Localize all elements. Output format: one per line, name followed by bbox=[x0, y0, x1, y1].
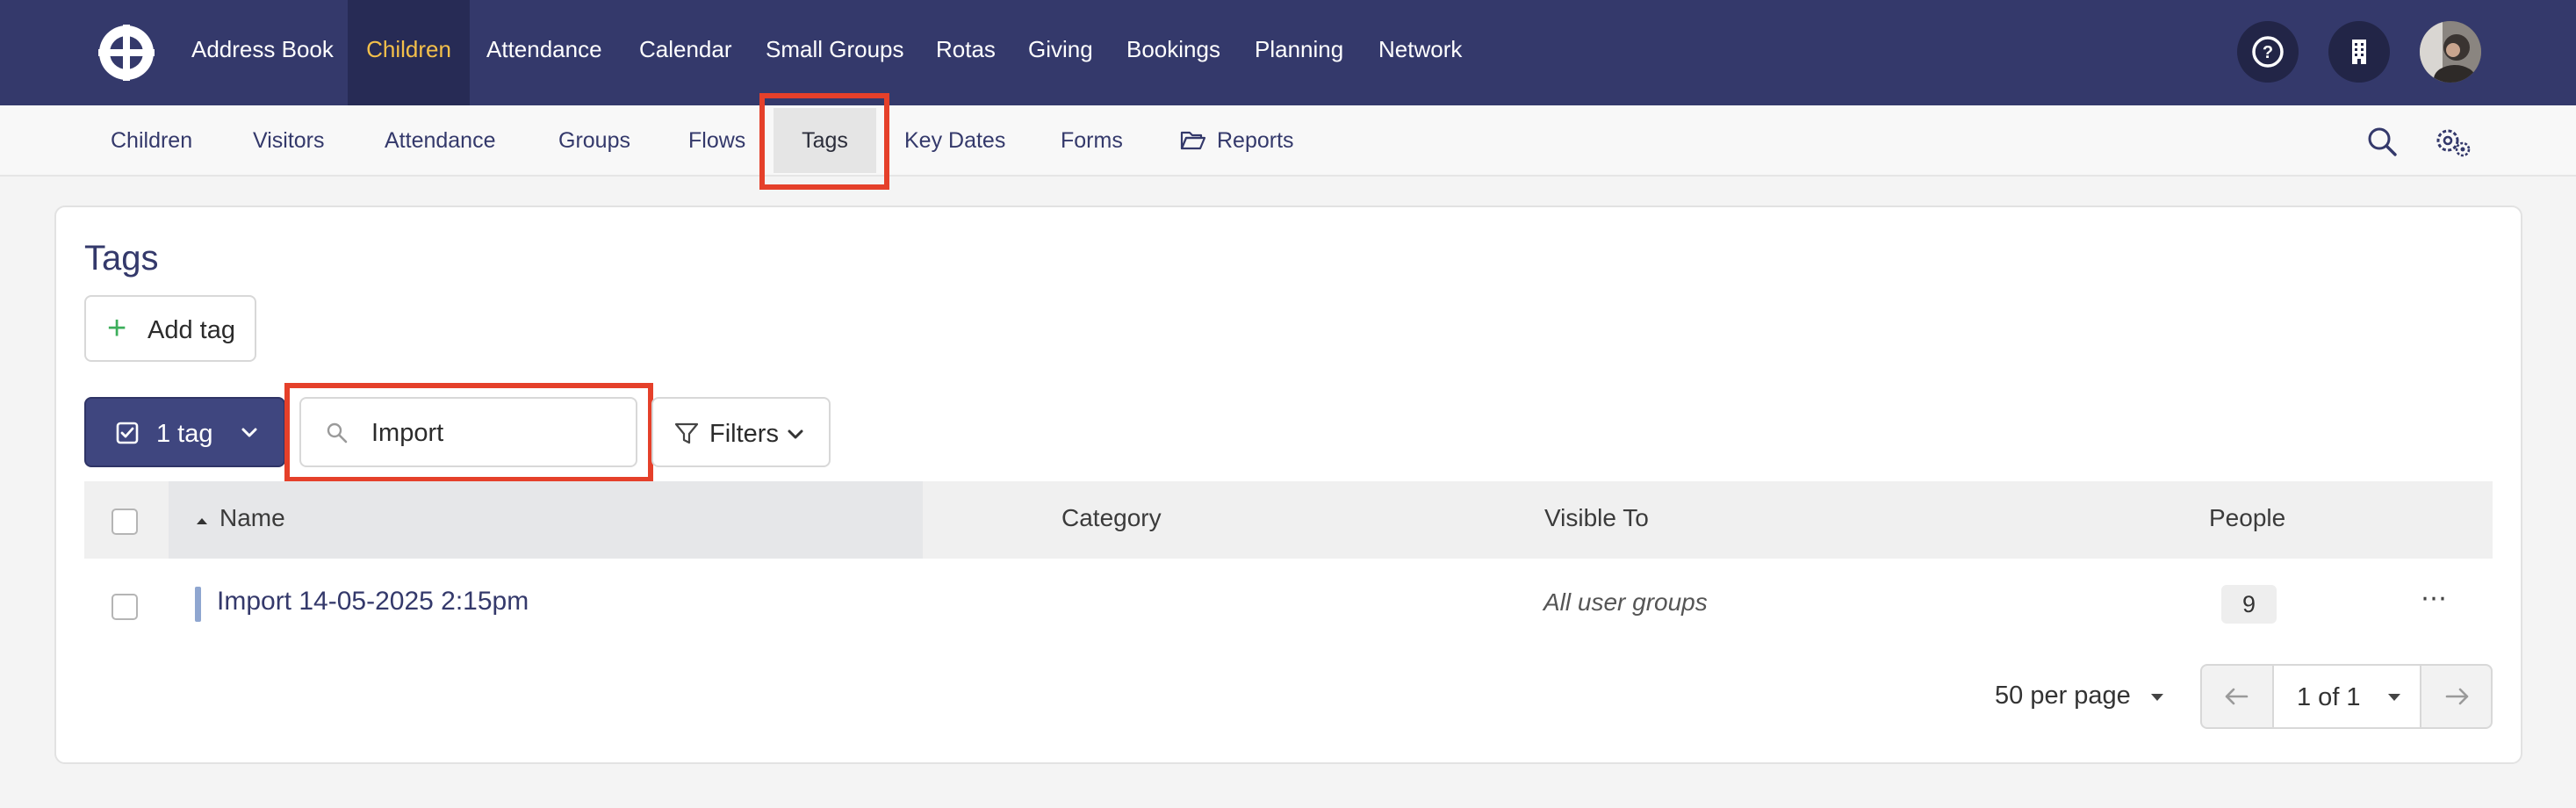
filters-label: Filters bbox=[709, 420, 779, 448]
subnav-flows[interactable]: Flows bbox=[688, 105, 745, 176]
search-box-highlight bbox=[284, 383, 653, 482]
tags-tab-highlight bbox=[759, 93, 889, 190]
add-tag-label: Add tag bbox=[148, 316, 235, 344]
subnav-forms[interactable]: Forms bbox=[1061, 105, 1123, 176]
subnav-key-dates[interactable]: Key Dates bbox=[904, 105, 1005, 176]
subnav-reports-label: Reports bbox=[1217, 128, 1294, 153]
caret-down-icon[interactable] bbox=[2149, 692, 2165, 703]
row-checkbox[interactable] bbox=[112, 594, 138, 620]
tag-name-link[interactable]: Import 14-05-2025 2:15pm bbox=[217, 587, 529, 617]
row-actions-more-icon[interactable]: ⋯ bbox=[2416, 583, 2451, 622]
tag-color-indicator bbox=[195, 587, 201, 622]
building-icon bbox=[2352, 40, 2366, 64]
topnav-address-book[interactable]: Address Book bbox=[191, 0, 334, 105]
page-indicator: 1 of 1 bbox=[2297, 683, 2361, 711]
user-photo-icon bbox=[2420, 21, 2481, 83]
sort-ascending-icon bbox=[197, 518, 207, 524]
topnav-rotas[interactable]: Rotas bbox=[936, 0, 996, 105]
column-header-category[interactable]: Category bbox=[1061, 504, 1162, 532]
column-header-name[interactable]: Name bbox=[219, 504, 285, 532]
topnav-planning[interactable]: Planning bbox=[1255, 0, 1343, 105]
checkbox-checked-icon bbox=[116, 422, 139, 444]
caret-down-icon bbox=[2388, 694, 2400, 701]
topnav-bookings[interactable]: Bookings bbox=[1126, 0, 1220, 105]
plus-icon: + bbox=[107, 310, 127, 347]
organisation-button[interactable] bbox=[2328, 21, 2390, 83]
per-page-label: 50 per page bbox=[1995, 682, 2131, 710]
tag-visible-to: All user groups bbox=[1543, 588, 1708, 616]
page-selector[interactable]: 1 of 1 bbox=[2272, 666, 2421, 727]
topnav-children[interactable]: Children bbox=[348, 0, 470, 105]
select-all-checkbox[interactable] bbox=[112, 509, 138, 535]
topnav-calendar[interactable]: Calendar bbox=[639, 0, 732, 105]
filters-button[interactable]: Filters bbox=[651, 397, 831, 467]
folder-open-icon bbox=[1180, 131, 1206, 150]
user-avatar[interactable] bbox=[2420, 21, 2481, 83]
topnav-small-groups[interactable]: Small Groups bbox=[766, 0, 904, 105]
page-title: Tags bbox=[84, 239, 159, 278]
search-icon[interactable] bbox=[2365, 125, 2399, 158]
topnav-network[interactable]: Network bbox=[1378, 0, 1462, 105]
add-tag-button[interactable]: + Add tag bbox=[84, 295, 256, 362]
topnav-attendance[interactable]: Attendance bbox=[486, 0, 602, 105]
subnav-visitors[interactable]: Visitors bbox=[253, 105, 325, 176]
subnav-groups[interactable]: Groups bbox=[558, 105, 630, 176]
settings-gears-icon[interactable] bbox=[2434, 123, 2472, 160]
chevron-down-icon bbox=[788, 429, 803, 439]
app-logo-icon[interactable] bbox=[97, 23, 156, 83]
tag-selection-label: 1 tag bbox=[156, 420, 213, 448]
people-count-badge[interactable]: 9 bbox=[2221, 585, 2277, 624]
next-page-arrow-icon[interactable] bbox=[2444, 687, 2471, 706]
help-icon: ? bbox=[2252, 36, 2284, 68]
previous-page-arrow-icon[interactable] bbox=[2223, 687, 2249, 706]
pagination-control: 1 of 1 bbox=[2200, 664, 2493, 729]
help-button[interactable]: ? bbox=[2237, 21, 2299, 83]
chevron-down-icon bbox=[241, 428, 257, 437]
column-header-people[interactable]: People bbox=[2209, 504, 2285, 532]
subnav-attendance[interactable]: Attendance bbox=[385, 105, 496, 176]
column-header-visible-to[interactable]: Visible To bbox=[1544, 504, 1649, 532]
svg-text:?: ? bbox=[2263, 43, 2273, 62]
subnav-children[interactable]: Children bbox=[111, 105, 192, 176]
filter-funnel-icon bbox=[674, 422, 699, 444]
tag-selection-dropdown[interactable]: 1 tag bbox=[84, 397, 285, 467]
topnav-giving[interactable]: Giving bbox=[1028, 0, 1093, 105]
per-page-selector[interactable]: 50 per page bbox=[1995, 682, 2131, 711]
